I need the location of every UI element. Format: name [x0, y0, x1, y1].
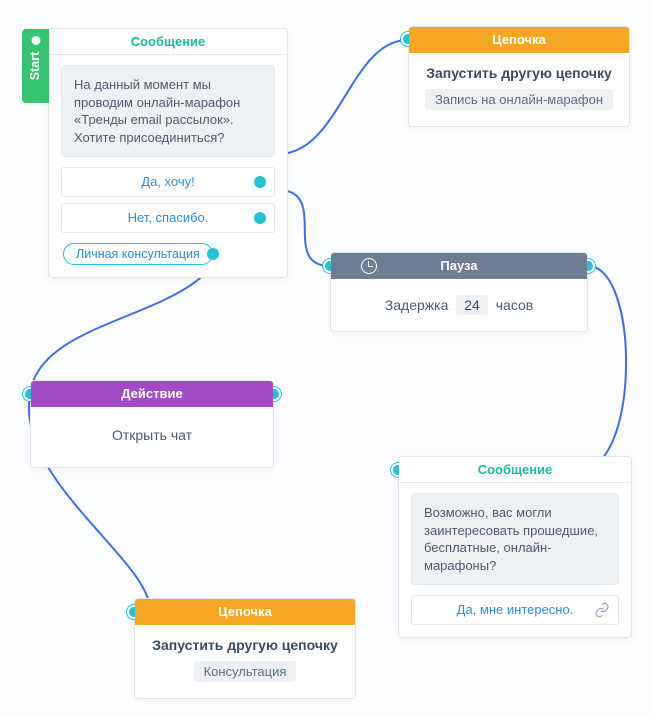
connector-dot[interactable] — [207, 248, 219, 260]
node-message-followup[interactable]: Сообщение Возможно, вас могли заинтересо… — [398, 456, 632, 638]
node-action[interactable]: Действие Открыть чат — [30, 380, 274, 468]
node-header-action: Действие — [31, 381, 273, 407]
message-text: На данный момент мы проводим онлайн-мара… — [61, 65, 275, 157]
node-header-pause: Пауза — [331, 253, 587, 279]
node-chain-signup[interactable]: Цепочка Запустить другую цепочку Запись … — [408, 26, 630, 127]
start-tab: Start — [22, 29, 49, 103]
chain-title: Запустить другую цепочку — [423, 65, 615, 81]
option-no[interactable]: Нет, спасибо. — [61, 203, 275, 233]
node-header-message: Сообщение — [399, 457, 631, 483]
chain-chip: Консультация — [194, 661, 297, 682]
message-text: Возможно, вас могли заинтересовать проше… — [411, 493, 619, 585]
option-yes[interactable]: Да, хочу! — [61, 167, 275, 197]
option-interested[interactable]: Да, мне интересно. — [411, 595, 619, 625]
node-header-chain: Цепочка — [409, 27, 629, 53]
link-icon — [594, 602, 610, 618]
chain-title: Запустить другую цепочку — [149, 637, 341, 653]
node-chain-consult[interactable]: Цепочка Запустить другую цепочку Консуль… — [134, 598, 356, 699]
connector-dot[interactable] — [254, 176, 266, 188]
node-header-message: Сообщение — [49, 29, 287, 55]
clock-icon — [361, 258, 377, 274]
pill-consultation[interactable]: Личная консультация — [63, 243, 213, 265]
node-header-chain: Цепочка — [135, 599, 355, 625]
chain-chip: Запись на онлайн-марафон — [425, 89, 613, 110]
pause-body: Задержка 24 часов — [331, 279, 587, 331]
connector-dot[interactable] — [254, 212, 266, 224]
start-label: Start — [29, 52, 43, 80]
node-message-start[interactable]: Start Сообщение На данный момент мы пров… — [48, 28, 288, 278]
pause-value: 24 — [456, 295, 488, 315]
action-text: Открыть чат — [31, 407, 273, 467]
node-pause[interactable]: Пауза Задержка 24 часов — [330, 252, 588, 332]
